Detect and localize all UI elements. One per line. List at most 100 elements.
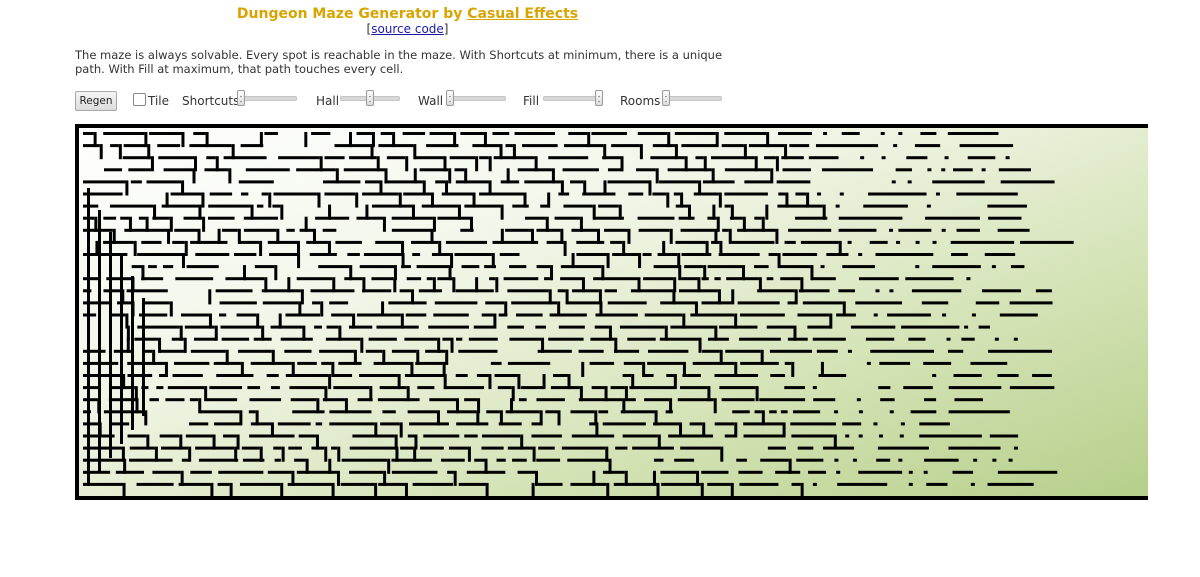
maze-wall-segment xyxy=(472,144,500,148)
maze-wall-segment xyxy=(403,192,431,196)
maze-wall-segment xyxy=(208,204,251,208)
maze-wall-segment xyxy=(570,180,584,184)
maze-wall-segment xyxy=(488,374,492,390)
maze-wall-segment xyxy=(563,240,567,256)
maze-wall-segment xyxy=(188,422,209,426)
maze-wall-segment xyxy=(1013,446,1018,450)
source-code-link[interactable]: source code xyxy=(371,22,444,36)
maze-wall-segment xyxy=(99,144,103,160)
regen-button[interactable]: Regen xyxy=(75,91,117,111)
maze-wall-segment xyxy=(578,349,604,353)
maze-wall-segment xyxy=(622,434,658,438)
casual-effects-link[interactable]: Casual Effects xyxy=(467,6,578,22)
wall-slider[interactable] xyxy=(446,90,506,110)
maze-wall-segment xyxy=(852,458,857,462)
maze-wall-segment xyxy=(948,349,964,353)
maze-wall-segment xyxy=(927,168,932,172)
maze-wall-segment xyxy=(660,301,695,305)
maze-wall-segment xyxy=(461,265,480,269)
maze-wall-segment xyxy=(248,410,256,414)
maze-wall-segment xyxy=(509,337,542,341)
maze-wall-segment xyxy=(903,386,933,390)
maze-wall-segment xyxy=(946,337,951,341)
maze-wall-segment xyxy=(636,168,656,172)
maze-wall-segment xyxy=(656,482,660,496)
maze-wall-segment xyxy=(210,482,214,496)
fill-slider[interactable] xyxy=(543,90,603,110)
maze-wall-segment xyxy=(103,240,134,244)
tile-checkbox[interactable] xyxy=(133,93,146,106)
maze-wall-segment xyxy=(280,482,284,496)
maze-wall-segment xyxy=(195,253,230,256)
maze-wall-segment xyxy=(895,168,912,172)
maze-wall-segment xyxy=(315,216,350,220)
shortcuts-slider[interactable] xyxy=(237,90,297,110)
maze-wall-segment xyxy=(228,168,232,184)
maze-wall-segment xyxy=(571,228,597,232)
maze-wall-segment xyxy=(115,470,144,474)
hall-slider[interactable] xyxy=(340,90,400,110)
slider-thumb[interactable] xyxy=(595,90,603,106)
maze-wall-segment xyxy=(966,277,971,281)
maze-wall-segment xyxy=(236,313,257,317)
maze-wall-segment xyxy=(466,470,506,474)
maze-wall-segment xyxy=(129,458,173,462)
maze-wall-segment xyxy=(736,458,747,462)
maze-wall-segment xyxy=(426,144,459,148)
maze-wall-segment xyxy=(728,228,732,244)
maze-wall-segment xyxy=(724,204,731,208)
maze-wall-segment xyxy=(743,434,785,438)
maze-wall-segment xyxy=(722,228,729,232)
maze-wall-segment xyxy=(637,216,675,220)
maze-wall-segment xyxy=(823,132,828,135)
slider-thumb[interactable] xyxy=(366,90,374,106)
maze-wall-segment xyxy=(667,168,712,172)
maze-wall-segment xyxy=(721,144,744,148)
maze-wall-segment xyxy=(595,313,638,317)
slider-thumb[interactable] xyxy=(237,90,245,106)
maze-wall-segment xyxy=(296,470,337,474)
maze-wall-segment xyxy=(233,253,257,256)
maze-wall-segment xyxy=(684,265,704,269)
maze-wall-segment xyxy=(458,349,498,353)
maze-wall-segment xyxy=(932,374,937,377)
maze-wall-segment xyxy=(789,144,810,148)
maze-wall-segment xyxy=(611,144,640,148)
maze-wall-segment xyxy=(310,289,355,293)
maze-wall-segment xyxy=(900,422,905,426)
maze-wall-segment xyxy=(347,253,360,256)
maze-wall-segment xyxy=(238,349,272,353)
maze-wall-segment xyxy=(858,434,863,438)
maze-wall-segment xyxy=(299,228,313,232)
maze-wall-segment xyxy=(787,301,796,305)
maze-wall-segment xyxy=(297,253,301,269)
rooms-slider[interactable] xyxy=(662,90,722,110)
maze-wall-segment xyxy=(516,313,543,317)
maze-wall-segment xyxy=(103,216,117,220)
slider-thumb[interactable] xyxy=(662,90,670,106)
maze-wall-segment xyxy=(426,277,433,281)
maze-wall-segment xyxy=(507,446,533,450)
slider-thumb[interactable] xyxy=(446,90,454,106)
maze-canvas xyxy=(75,124,1148,500)
maze-wall-segment xyxy=(675,204,688,208)
maze-wall-segment xyxy=(215,289,253,293)
maze-wall-segment xyxy=(870,349,934,353)
maze-wall-segment xyxy=(136,482,174,486)
maze-wall-segment xyxy=(905,277,954,281)
maze-wall-segment xyxy=(653,458,664,462)
maze-wall-segment xyxy=(359,374,398,377)
maze-wall-segment xyxy=(149,132,182,135)
maze-wall-segment xyxy=(681,253,712,256)
maze-wall-segment xyxy=(169,216,173,232)
maze-wall-segment xyxy=(189,398,199,402)
maze-wall-segment xyxy=(675,240,706,244)
maze-wall-segment xyxy=(368,337,397,341)
maze-wall-segment xyxy=(146,180,182,184)
maze-wall-segment xyxy=(464,398,478,402)
maze-wall-segment xyxy=(644,313,683,317)
maze-wall-segment xyxy=(961,337,975,341)
maze-wall-segment xyxy=(505,410,540,414)
maze-wall-segment xyxy=(802,301,843,305)
maze-wall-segment xyxy=(83,204,99,208)
